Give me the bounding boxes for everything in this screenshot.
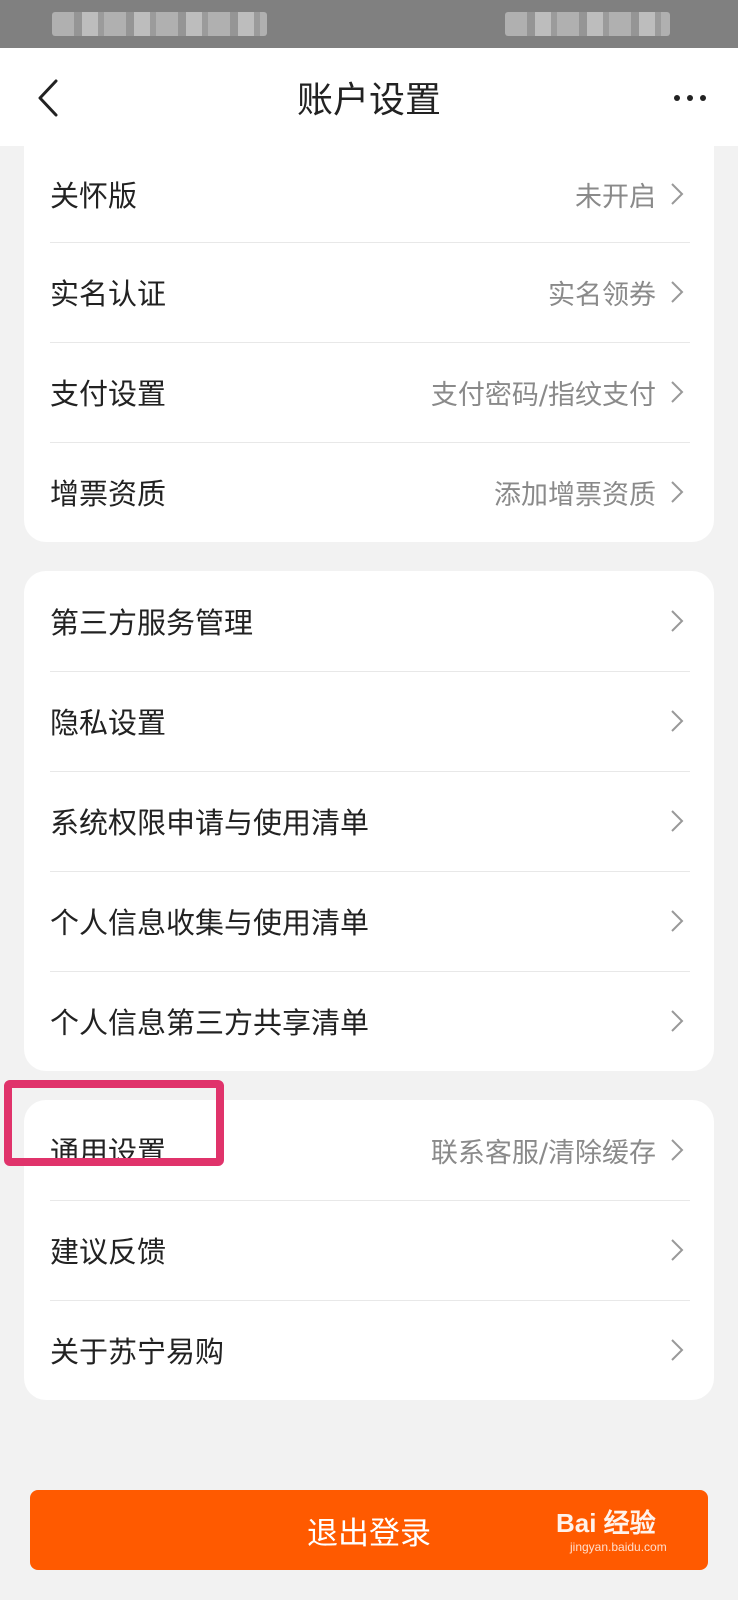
row-label: 系统权限申请与使用清单 — [50, 806, 370, 840]
settings-group-privacy: 第三方服务管理 隐私设置 系统权限申请与使用清单 个人信息收集与使用清单 个人信… — [24, 571, 714, 1071]
row-label: 建议反馈 — [50, 1235, 167, 1269]
page-title: 账户设置 — [296, 80, 441, 121]
row-value: 联系客服/清除缓存 — [430, 1137, 656, 1169]
row-third-party-services[interactable]: 第三方服务管理 — [24, 571, 714, 671]
row-value: 添加增票资质 — [494, 479, 656, 511]
row-label: 个人信息收集与使用清单 — [50, 906, 370, 940]
row-label: 第三方服务管理 — [50, 606, 254, 640]
logout-button[interactable]: 退出登录 — [30, 1490, 708, 1570]
more-dot — [687, 95, 693, 101]
chevron-right-icon — [670, 1338, 684, 1362]
more-dots-icon — [674, 95, 680, 101]
row-about[interactable]: 关于苏宁易购 — [24, 1300, 714, 1400]
chevron-right-icon — [670, 609, 684, 633]
settings-group-general: 通用设置 联系客服/清除缓存 建议反馈 关于苏宁易购 — [24, 1100, 714, 1400]
chevron-right-icon — [670, 280, 684, 304]
row-vat-invoice[interactable]: 增票资质 添加增票资质 — [24, 442, 714, 542]
row-care-mode[interactable]: 关怀版 未开启 — [24, 146, 714, 242]
chevron-right-icon — [670, 1138, 684, 1162]
chevron-right-icon — [670, 1238, 684, 1262]
row-label: 实名认证 — [50, 277, 167, 311]
row-payment-settings[interactable]: 支付设置 支付密码/指纹支付 — [24, 342, 714, 442]
status-bar-blurred-right — [505, 12, 670, 36]
row-label: 通用设置 — [50, 1135, 167, 1169]
chevron-right-icon — [670, 480, 684, 504]
more-button[interactable] — [662, 76, 718, 120]
row-system-permissions[interactable]: 系统权限申请与使用清单 — [24, 771, 714, 871]
row-label: 增票资质 — [50, 477, 167, 511]
row-real-name[interactable]: 实名认证 实名领券 — [24, 242, 714, 342]
settings-group-account: 关怀版 未开启 实名认证 实名领券 支付设置 支付密码/指纹支付 增票资质 添加… — [24, 146, 714, 542]
row-general-settings[interactable]: 通用设置 联系客服/清除缓存 — [24, 1100, 714, 1200]
row-feedback[interactable]: 建议反馈 — [24, 1200, 714, 1300]
row-personal-info-sharing[interactable]: 个人信息第三方共享清单 — [24, 971, 714, 1071]
row-value: 实名领券 — [548, 279, 656, 311]
chevron-right-icon — [670, 909, 684, 933]
chevron-right-icon — [670, 709, 684, 733]
row-label: 隐私设置 — [50, 706, 167, 740]
chevron-right-icon — [670, 809, 684, 833]
chevron-right-icon — [670, 1009, 684, 1033]
row-value: 支付密码/指纹支付 — [430, 379, 656, 411]
row-value: 未开启 — [575, 181, 656, 213]
row-label: 个人信息第三方共享清单 — [50, 1006, 370, 1040]
row-personal-info-collection[interactable]: 个人信息收集与使用清单 — [24, 871, 714, 971]
row-label: 支付设置 — [50, 377, 167, 411]
status-bar — [0, 0, 738, 48]
back-button[interactable] — [26, 72, 70, 124]
status-bar-blurred-left — [52, 12, 267, 36]
row-label: 关怀版 — [50, 179, 138, 213]
chevron-right-icon — [670, 380, 684, 404]
row-label: 关于苏宁易购 — [50, 1335, 225, 1369]
row-privacy-settings[interactable]: 隐私设置 — [24, 671, 714, 771]
more-dot — [700, 95, 706, 101]
nav-bar: 账户设置 — [0, 48, 738, 146]
chevron-right-icon — [670, 182, 684, 206]
back-arrow-icon — [38, 79, 58, 117]
